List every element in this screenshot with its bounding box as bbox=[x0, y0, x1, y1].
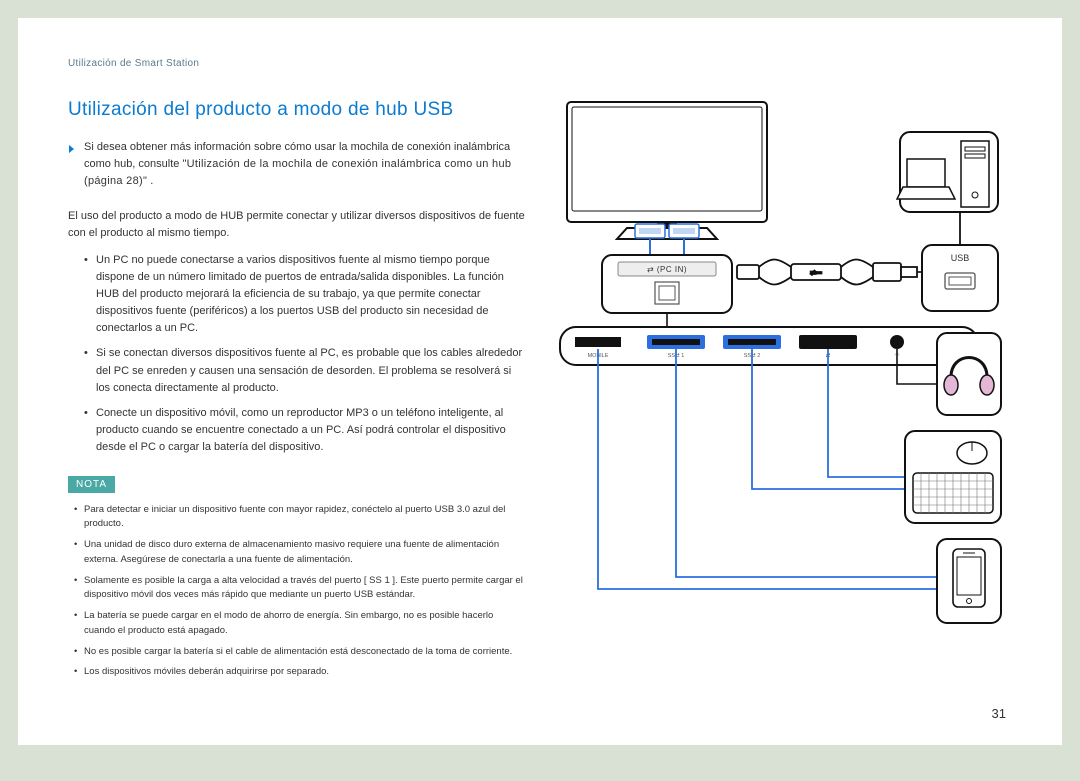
usb-label: USB bbox=[951, 253, 970, 263]
connector-line bbox=[650, 239, 684, 255]
list-item: Los dispositivos móviles deberán adquiri… bbox=[74, 665, 527, 680]
list-item: Para detectar e iniciar un dispositivo f… bbox=[74, 503, 527, 532]
text-column: Utilización del producto a modo de hub U… bbox=[68, 99, 527, 686]
chevron-icon bbox=[68, 141, 78, 159]
mouse-keyboard-icon bbox=[905, 431, 1001, 523]
headphones-icon bbox=[937, 333, 1001, 415]
usb-cable-icon: ⇄⎓ bbox=[737, 260, 917, 285]
hub-diagram: ⇄ (PC IN) ⇄⎓ bbox=[557, 99, 1012, 659]
list-item: Conecte un dispositivo móvil, como un re… bbox=[84, 405, 527, 456]
connector-line bbox=[598, 349, 937, 589]
pc-in-card: ⇄ (PC IN) bbox=[602, 255, 732, 313]
list-item: Un PC no puede conectarse a varios dispo… bbox=[84, 252, 527, 337]
usb-card: USB bbox=[922, 245, 998, 311]
diagram-column: ⇄ (PC IN) ⇄⎓ bbox=[557, 99, 1012, 686]
page-title: Utilización del producto a modo de hub U… bbox=[68, 99, 527, 121]
nota-badge: NOTA bbox=[68, 476, 115, 493]
svg-text:⇄⎓: ⇄⎓ bbox=[810, 270, 822, 277]
pc-in-label: ⇄ (PC IN) bbox=[647, 265, 687, 274]
intro-suffix: . bbox=[150, 175, 153, 187]
intro-text: Si desea obtener más información sobre c… bbox=[84, 139, 527, 190]
page-number: 31 bbox=[992, 706, 1006, 721]
intro-block: Si desea obtener más información sobre c… bbox=[68, 139, 527, 190]
smartphone-icon bbox=[937, 539, 1001, 623]
breadcrumb: Utilización de Smart Station bbox=[68, 58, 1012, 69]
hub-panel: MOBILE SS⇄ 1 SS⇄ 2 ⇄ ◠ bbox=[560, 327, 978, 365]
list-item: La batería se puede cargar en el modo de… bbox=[74, 609, 527, 638]
list-item: Una unidad de disco duro externa de alma… bbox=[74, 538, 527, 567]
content-columns: Utilización del producto a modo de hub U… bbox=[68, 99, 1012, 686]
bullet-list: Un PC no puede conectarse a varios dispo… bbox=[84, 252, 527, 456]
paragraph-1: El uso del producto a modo de HUB permit… bbox=[68, 208, 527, 242]
list-item: No es posible cargar la batería si el ca… bbox=[74, 645, 527, 660]
list-item: Solamente es posible la carga a alta vel… bbox=[74, 574, 527, 603]
notes-list: Para detectar e iniciar un dispositivo f… bbox=[74, 503, 527, 680]
manual-page: Utilización de Smart Station Utilización… bbox=[18, 18, 1062, 745]
list-item: Si se conectan diversos dispositivos fue… bbox=[84, 345, 527, 396]
monitor-icon bbox=[567, 102, 767, 239]
laptop-icon bbox=[897, 132, 998, 212]
